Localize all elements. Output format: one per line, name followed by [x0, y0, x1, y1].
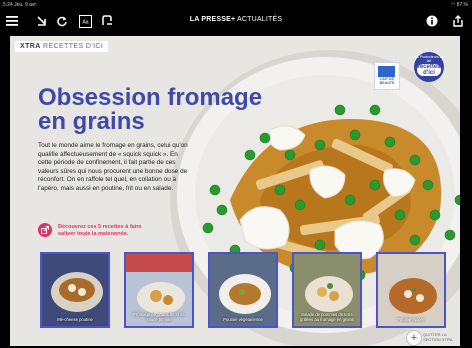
link-arrow-icon — [38, 223, 52, 237]
quit-xtra-button[interactable]: + QUITTER LA SECTION XTRA — [406, 330, 456, 346]
info-icon[interactable] — [424, 13, 440, 29]
recipe-caption-4: Salade de pommes de terre grillées au fr… — [299, 312, 354, 322]
title-section: ACTUALITÉS — [235, 16, 283, 23]
section-label: RECETTES D'ICI — [40, 43, 104, 50]
top-toolbar: Aa LA PRESSE+ ACTUALITÉS — [0, 10, 472, 34]
plus-icon: + — [406, 330, 422, 346]
recipe-thumb-5[interactable]: Poutine épicée — [376, 252, 446, 328]
status-bar: 5:24 Jeu. 9 avr. ◠ 87 % — [0, 0, 472, 10]
recipe-thumb-2[interactable]: Fromage en grains frit et sa sauce tomat… — [124, 252, 194, 328]
recipe-thumb-4[interactable]: Salade de pommes de terre grillées au fr… — [292, 252, 362, 328]
logo-small-text: les Producteurs de lait — [414, 55, 444, 63]
status-battery: ◠ 87 % — [451, 0, 468, 10]
recipe-thumbnails: Mé-cheese poutine Fromage en grains frit… — [40, 252, 450, 328]
recipe-caption-1: Mé-cheese poutine — [57, 317, 93, 322]
app-title: LA PRESSE+ ACTUALITÉS — [0, 16, 472, 23]
section-tag: XTRA RECETTES D'ICI — [15, 41, 109, 52]
recipe-caption-5: Poutine épicée — [397, 317, 425, 322]
cta-text: Découvrez ces 5 recettes à faire saliver… — [58, 224, 142, 237]
lait-badge-text: LAIT DE BEAUTÉ — [379, 77, 395, 85]
article-lede: Tout le monde aime le fromage en grains,… — [38, 142, 188, 192]
recipe-caption-3: Poutine végétarienne — [223, 317, 263, 322]
app-frame: 5:24 Jeu. 9 avr. ◠ 87 % Aa LA PRESSE+ AC… — [0, 0, 472, 348]
recettes-dici-logo: les Producteurs de lait recettes d'ici — [414, 52, 444, 86]
milk-icon — [378, 66, 395, 77]
recipe-thumb-1[interactable]: Mé-cheese poutine — [40, 252, 110, 328]
title-brand: LA PRESSE+ — [189, 16, 236, 23]
section-prefix: XTRA — [20, 43, 41, 50]
recipe-caption-2: Fromage en grains frit et sa sauce tomat… — [133, 312, 185, 322]
quit-xtra-label: QUITTER LA SECTION XTRA — [423, 332, 453, 342]
logo-main-text: recettes d'ici — [417, 64, 441, 76]
share-icon[interactable] — [450, 13, 466, 29]
lait-badge: LAIT DE BEAUTÉ — [374, 62, 400, 90]
article-page: XTRA RECETTES D'ICI LAIT DE BEAUTÉ les P… — [10, 36, 460, 346]
status-time: 5:24 Jeu. 9 avr. — [3, 2, 38, 8]
recipes-cta[interactable]: Découvrez ces 5 recettes à faire saliver… — [38, 222, 148, 244]
article-headline: Obsession fromage en grains — [38, 84, 263, 135]
recipe-thumb-3[interactable]: Poutine végétarienne — [208, 252, 278, 328]
battery-percent: 87 % — [456, 2, 468, 8]
